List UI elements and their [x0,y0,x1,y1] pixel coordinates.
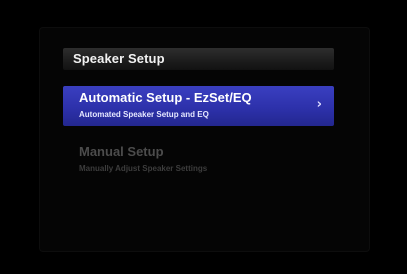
menu-item-automatic-setup[interactable]: Automatic Setup - EzSet/EQ Automated Spe… [63,86,334,126]
menu-title-bar: Speaker Setup [63,48,334,70]
menu-item-label: Automatic Setup - EzSet/EQ [79,90,252,105]
tv-screen: Speaker Setup Automatic Setup - EzSet/EQ… [0,0,407,274]
menu-item-description: Manually Adjust Speaker Settings [79,164,208,173]
menu-title: Speaker Setup [73,51,165,66]
menu-item-manual-setup[interactable]: Manual Setup Manually Adjust Speaker Set… [63,140,334,180]
chevron-right-icon: › [316,97,322,112]
menu-item-description: Automated Speaker Setup and EQ [79,110,209,119]
menu-item-label: Manual Setup [79,144,164,159]
